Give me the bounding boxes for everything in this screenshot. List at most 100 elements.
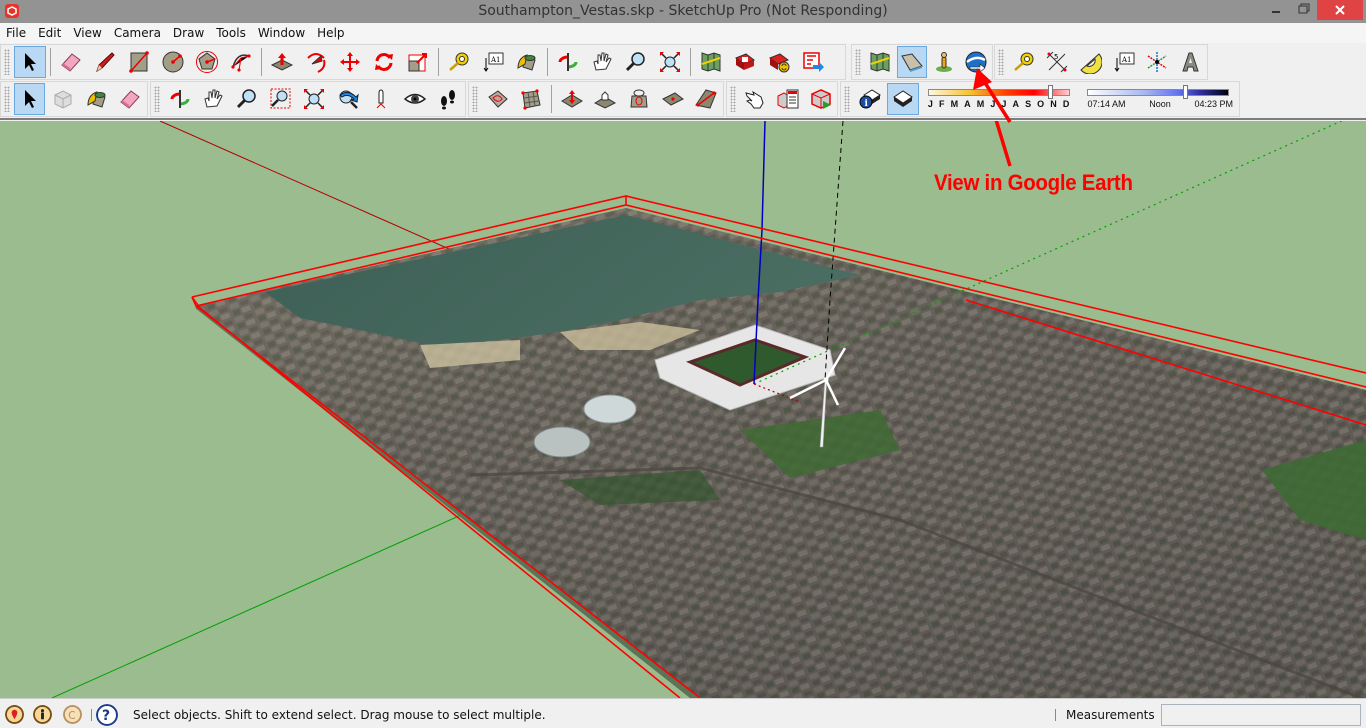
display-shadows-button[interactable] (887, 83, 919, 115)
eraser-tool-button[interactable] (55, 46, 87, 78)
rectangle-tool-button[interactable] (123, 46, 155, 78)
view-in-google-earth-button[interactable] (961, 46, 991, 78)
menu-file[interactable]: File (0, 26, 32, 40)
eraser-tool-button[interactable] (115, 83, 147, 115)
text-tool-button[interactable]: A1 (477, 46, 509, 78)
toolbar-grip[interactable] (4, 49, 10, 75)
menu-draw[interactable]: Draw (167, 26, 210, 40)
drape-button[interactable] (623, 83, 655, 115)
select-tool-button[interactable] (14, 46, 46, 78)
time-of-day-slider[interactable]: 07:14 AM Noon 04:23 PM (1085, 84, 1233, 114)
zoom-extents-tool-button[interactable] (654, 46, 686, 78)
toolbar-grip[interactable] (4, 86, 10, 112)
position-camera-button[interactable] (365, 83, 397, 115)
menu-edit[interactable]: Edit (32, 26, 67, 40)
toolbar-grip[interactable] (154, 86, 160, 112)
toolbar-grip[interactable] (998, 49, 1004, 75)
from-scratch-button[interactable] (516, 83, 548, 115)
orbit-tool-button[interactable] (552, 46, 584, 78)
zoom-tool-button[interactable] (620, 46, 652, 78)
rotate-tool-button[interactable] (368, 46, 400, 78)
interact-button[interactable] (740, 83, 771, 115)
make-component-button[interactable] (47, 83, 79, 115)
3d-text-button[interactable] (1175, 46, 1206, 78)
toolbar-grip[interactable] (472, 86, 478, 112)
photo-textures-button[interactable] (929, 46, 959, 78)
credits-person-icon[interactable] (33, 705, 52, 724)
previous-view-button[interactable] (332, 83, 364, 115)
month-slider[interactable]: J F M A M J J A S O N D (926, 84, 1070, 114)
pan-tool-button[interactable] (586, 46, 618, 78)
svg-text:A1: A1 (490, 56, 501, 64)
smoove-button[interactable] (556, 83, 588, 115)
add-detail-button[interactable] (657, 83, 689, 115)
shadow-box-icon (893, 90, 914, 107)
scale-tool-button[interactable] (402, 46, 434, 78)
arc-tool-button[interactable] (225, 46, 257, 78)
component-options-button[interactable] (773, 83, 804, 115)
zoom-window-tool-button[interactable] (265, 83, 297, 115)
position-camera-icon (376, 89, 386, 109)
menu-tools[interactable]: Tools (210, 26, 252, 40)
stamp-button[interactable] (590, 83, 622, 115)
paint-bucket-tool-button[interactable] (81, 83, 113, 115)
look-around-button[interactable] (399, 83, 431, 115)
copyright-icon[interactable]: C (63, 705, 82, 724)
window-title: Southampton_Vestas.skp - SketchUp Pro (N… (478, 3, 888, 19)
toolbar-grip[interactable] (730, 86, 736, 112)
time-slider-thumb[interactable] (1182, 85, 1188, 99)
orbit-tool-button[interactable] (164, 83, 196, 115)
minimize-button[interactable] (1263, 0, 1289, 20)
zoom-tool-button[interactable] (231, 83, 263, 115)
construction-text-button[interactable]: A1 (1108, 46, 1139, 78)
walk-button[interactable] (432, 83, 464, 115)
zoom-magnifier-icon (236, 89, 256, 109)
select-tool-button[interactable] (13, 83, 46, 115)
measurements-input[interactable] (1161, 704, 1361, 726)
flip-edge-button[interactable] (690, 83, 722, 115)
3d-warehouse-button[interactable] (729, 46, 761, 78)
drawing-viewport[interactable] (0, 121, 1366, 698)
protractor-button[interactable] (1075, 46, 1106, 78)
menu-help[interactable]: Help (311, 26, 350, 40)
from-contours-button[interactable] (482, 83, 514, 115)
close-button[interactable] (1317, 0, 1363, 20)
geo-location-icon[interactable] (5, 705, 24, 724)
extension-warehouse-button[interactable] (797, 46, 829, 78)
add-location-button[interactable] (695, 46, 727, 78)
menu-view[interactable]: View (67, 26, 107, 40)
help-icon[interactable]: ? (96, 704, 118, 726)
svg-text:A1: A1 (1121, 56, 1132, 64)
move-tool-button[interactable] (334, 46, 366, 78)
share-component-button[interactable] (763, 46, 795, 78)
google-toolbar (851, 44, 993, 80)
svg-text:C: C (68, 710, 75, 722)
toggle-terrain-button[interactable] (896, 46, 927, 78)
polygon-tool-button[interactable] (191, 46, 223, 78)
zoom-extents-tool-button[interactable] (298, 83, 330, 115)
circle-tool-button[interactable] (157, 46, 189, 78)
construction-tape-measure-button[interactable] (1008, 46, 1039, 78)
component-attributes-button[interactable] (805, 83, 836, 115)
paint-bucket-tool-button[interactable] (511, 46, 543, 78)
menu-camera[interactable]: Camera (108, 26, 167, 40)
menu-window[interactable]: Window (252, 26, 311, 40)
pan-tool-button[interactable] (197, 83, 229, 115)
time-end-label: 04:23 PM (1194, 99, 1233, 109)
3d-text-icon (1182, 52, 1200, 72)
google-add-location-button[interactable] (865, 46, 895, 78)
tape-measure-tool-button[interactable] (443, 46, 475, 78)
shadow-settings-button[interactable]: i (854, 83, 886, 115)
restore-icon (1298, 3, 1310, 14)
push-pull-tool-button[interactable] (266, 46, 298, 78)
toolbar-grip[interactable] (855, 49, 861, 75)
share-component-icon (768, 53, 790, 73)
toolbar-grip[interactable] (844, 86, 850, 112)
month-slider-thumb[interactable] (1048, 85, 1054, 99)
pencil-tool-button[interactable] (89, 46, 121, 78)
dimensions-button[interactable]: 5 (1041, 46, 1072, 78)
maximize-button[interactable] (1290, 0, 1316, 20)
component-options-icon (777, 89, 799, 109)
follow-me-tool-button[interactable] (300, 46, 332, 78)
axes-button[interactable] (1141, 46, 1172, 78)
